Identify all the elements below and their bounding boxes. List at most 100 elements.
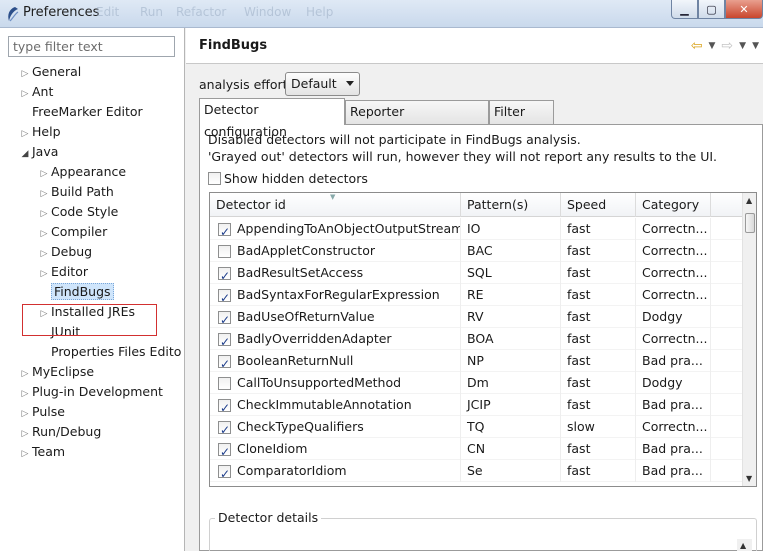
expand-icon[interactable]: ▷ [18, 64, 32, 84]
detector-enabled-checkbox[interactable] [218, 221, 231, 240]
cell-detector-id: CheckTypeQualifiers [210, 416, 461, 438]
tree-item-general[interactable]: ▷ General [18, 62, 82, 84]
tree-item-code-style[interactable]: ▷ Code Style [37, 202, 119, 224]
table-row[interactable]: CheckTypeQualifiers TQslowCorrectn... [210, 416, 742, 438]
detector-id-text: CloneIdiom [237, 441, 308, 456]
collapse-icon[interactable]: ◢ [18, 144, 32, 164]
table-row[interactable]: AppendingToAnObjectOutputStreamIOfastCor… [210, 218, 742, 240]
table-row[interactable]: BadSyntaxForRegularExpression REfastCorre… [210, 284, 742, 306]
cell-speed: fast [561, 372, 636, 394]
detector-enabled-checkbox[interactable] [218, 376, 231, 390]
table-row[interactable]: BadUseOfReturnValue RVfastDodgy [210, 306, 742, 328]
table-header: ▼ Detector id Pattern(s) Speed Category [210, 193, 742, 217]
view-menu-icon[interactable]: ▼ [752, 41, 759, 51]
detector-enabled-checkbox[interactable] [218, 419, 231, 438]
tree-item-run-debug[interactable]: ▷ Run/Debug [18, 422, 102, 444]
tree-item-compiler[interactable]: ▷ Compiler [37, 222, 108, 244]
detector-enabled-checkbox[interactable] [218, 309, 231, 328]
table-row[interactable]: BooleanReturnNull NPfastBad pra... [210, 350, 742, 372]
column-header-detector-id[interactable]: Detector id [210, 193, 461, 217]
show-hidden-detectors[interactable]: Show hidden detectors [208, 171, 368, 186]
table-row[interactable]: BadResultSetAccess SQLfastCorrectn... [210, 262, 742, 284]
tree-item-help[interactable]: ▷ Help [18, 122, 61, 142]
tree-item-properties-files-edito[interactable]: Properties Files Edito [37, 342, 181, 362]
table-row[interactable]: CheckImmutableAnnotation JCIPfastBad pra.… [210, 394, 742, 416]
expand-icon[interactable]: ▷ [18, 444, 32, 464]
expand-icon[interactable]: ▷ [37, 224, 51, 244]
maximize-button[interactable]: ▢ [698, 0, 725, 19]
detector-enabled-checkbox[interactable] [218, 463, 231, 482]
column-header-category[interactable]: Category [636, 193, 711, 217]
column-header-speed[interactable]: Speed [561, 193, 636, 217]
detector-id-text: BadResultSetAccess [237, 265, 364, 280]
detector-enabled-checkbox[interactable] [218, 331, 231, 350]
tree-item-debug[interactable]: ▷ Debug [37, 242, 93, 264]
detector-id-text: BadAppletConstructor [237, 243, 375, 258]
tree-item-build-path[interactable]: ▷ Build Path [37, 182, 114, 202]
tree-item-team[interactable]: ▷ Team [18, 442, 66, 464]
table-row[interactable]: BadlyOverriddenAdapter BOAfastCorrectn... [210, 328, 742, 350]
detector-id-text: CallToUnsupportedMethod [237, 375, 402, 390]
tree-item-label: Compiler [51, 224, 108, 239]
details-scroll-up-icon[interactable]: ▲ [740, 541, 746, 550]
expand-icon[interactable]: ▷ [18, 124, 32, 144]
analysis-effort-select[interactable]: Default [285, 72, 360, 96]
expand-icon[interactable]: ▷ [37, 164, 51, 184]
detector-enabled-checkbox[interactable] [218, 353, 231, 372]
table-row[interactable]: ComparatorIdiom SefastBad pra... [210, 460, 742, 482]
scroll-up-icon[interactable]: ▲ [746, 196, 752, 205]
expand-icon[interactable]: ▷ [18, 364, 32, 384]
back-arrow-icon[interactable]: ⇦ [691, 38, 703, 54]
minimize-button[interactable]: ▁ [671, 0, 698, 19]
expand-icon[interactable]: ▷ [37, 264, 51, 284]
filter-input[interactable] [8, 36, 175, 57]
tab-detector-configuration[interactable]: Detector configuration [199, 98, 345, 139]
tree-item-appearance[interactable]: ▷ Appearance [37, 162, 127, 184]
tree-item-label: Editor [51, 264, 88, 279]
expand-icon[interactable]: ▷ [18, 424, 32, 444]
tree-item-pulse[interactable]: ▷ Pulse [18, 402, 65, 422]
scroll-down-icon[interactable]: ▼ [746, 474, 752, 483]
tab-reporter-configuration[interactable]: Reporter configuration [345, 100, 489, 141]
tree-item-plug-in-development[interactable]: ▷ Plug-in Development [18, 382, 163, 402]
table-row[interactable]: CloneIdiom CNfastBad pra... [210, 438, 742, 460]
expand-icon[interactable]: ▷ [18, 404, 32, 424]
detector-id-text: ComparatorIdiom [237, 463, 347, 478]
table-row[interactable]: BadAppletConstructor BAC fast Correctn... [210, 240, 742, 262]
column-header-patterns[interactable]: Pattern(s) [461, 193, 561, 217]
detectors-table: ▼ Detector id Pattern(s) Speed Category … [209, 192, 757, 487]
tab-filter-files[interactable]: Filter files [489, 100, 554, 141]
detector-enabled-checkbox[interactable] [218, 244, 231, 258]
tree-item-myeclipse[interactable]: ▷ MyEclipse [18, 362, 95, 384]
detector-enabled-checkbox[interactable] [218, 265, 231, 284]
expand-icon[interactable]: ▷ [37, 204, 51, 224]
cell-speed: fast [561, 328, 636, 350]
cell-category: Correctn... [636, 262, 711, 284]
table-row[interactable]: CallToUnsupportedMethod Dm fast Dodgy [210, 372, 742, 394]
table-vertical-scrollbar[interactable]: ▲ ▼ [742, 193, 756, 486]
detector-enabled-checkbox[interactable] [218, 397, 231, 416]
expand-icon[interactable]: ▷ [37, 184, 51, 204]
forward-dropdown-icon[interactable]: ▼ [739, 41, 746, 51]
show-hidden-checkbox[interactable] [208, 172, 221, 185]
details-scrollbar[interactable]: ▲ [737, 539, 752, 551]
tree-item-freemarker-editor[interactable]: FreeMarker Editor [18, 102, 143, 122]
close-button[interactable]: ✕ [725, 0, 763, 19]
expand-icon[interactable]: ▷ [18, 84, 32, 104]
expand-icon[interactable]: ▷ [18, 384, 32, 404]
tree-item-findbugs[interactable]: FindBugs [37, 282, 114, 302]
detector-details-label: Detector details [215, 510, 322, 525]
detector-enabled-checkbox[interactable] [218, 287, 231, 306]
cell-category: Correctn... [636, 416, 711, 438]
tree-item-editor[interactable]: ▷ Editor [37, 262, 88, 282]
expand-icon[interactable]: ▷ [37, 244, 51, 264]
tree-item-ant[interactable]: ▷ Ant [18, 82, 54, 104]
page-title: FindBugs [199, 38, 268, 53]
tree-item-label: Java [32, 144, 59, 159]
back-dropdown-icon[interactable]: ▼ [709, 41, 716, 51]
forward-arrow-icon[interactable]: ⇨ [721, 38, 733, 54]
detector-enabled-checkbox[interactable] [218, 441, 231, 460]
scroll-thumb[interactable] [745, 213, 755, 233]
cell-pattern: RE [461, 284, 561, 306]
tree-item-java[interactable]: ◢ Java [18, 142, 59, 164]
